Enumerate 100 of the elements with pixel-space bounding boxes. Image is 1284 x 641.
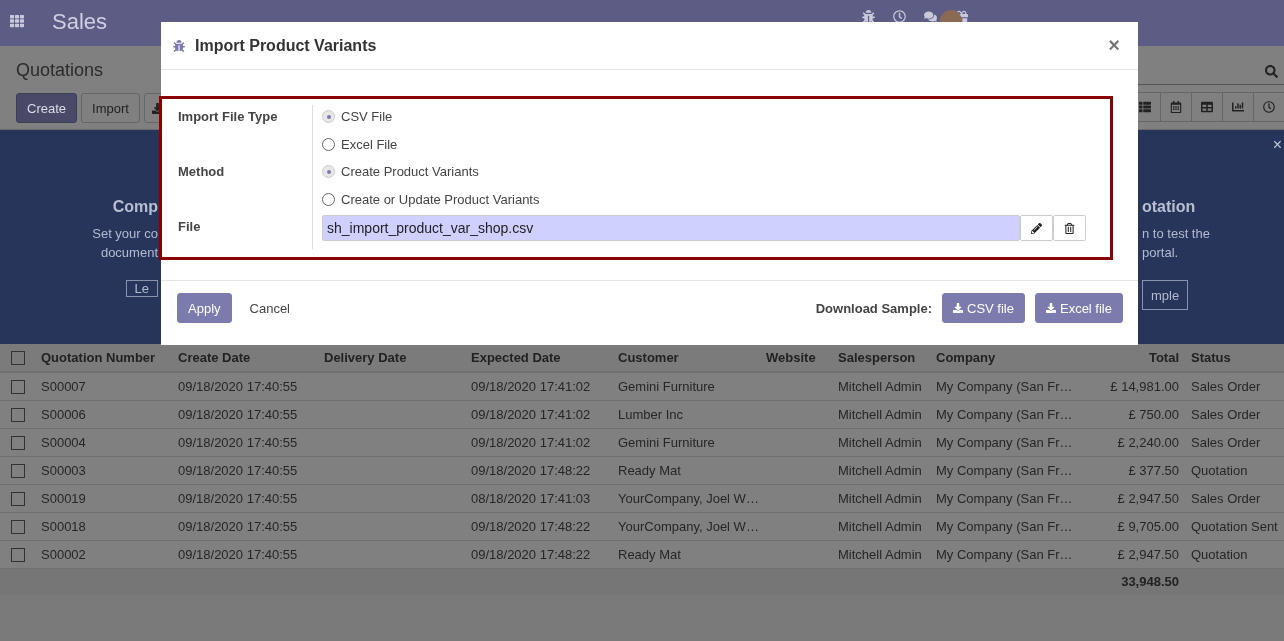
table-cell-text: Mitchell Admin: [837, 434, 923, 452]
table-cell-text: £ 9,705.00: [1116, 518, 1180, 536]
download-button[interactable]: CSV file: [942, 293, 1025, 323]
table-cell-text: Mitchell Admin: [837, 490, 923, 508]
table-cell-text: 08/18/2020 17:41:03: [470, 490, 592, 508]
table-cell-text: £ 750.00: [1127, 406, 1180, 424]
close-button[interactable]: ×: [1102, 33, 1126, 58]
banner-button[interactable]: Le: [125, 280, 158, 297]
table-row[interactable]: S00019 09/18/2020 17:40:55 08/18/2020 17:41:03 YourCompany, Joel W… Mitchell Admin My Company (San Fr… £ 2,947.50 Sales Order: [0, 485, 1284, 513]
column-header[interactable]: Website: [760, 344, 832, 371]
table-cell-text: 09/18/2020 17:40:55: [177, 434, 299, 452]
row-checkbox[interactable]: [10, 407, 25, 422]
table-cell-text: My Company (San Fr…: [935, 406, 1074, 424]
banner-text: portal.: [1142, 244, 1179, 262]
table-view-button[interactable]: [1191, 92, 1223, 122]
column-header[interactable]: Company: [930, 344, 1082, 371]
table-cell-text: Sales Order: [1190, 378, 1262, 396]
close-button[interactable]: ×: [1272, 136, 1282, 154]
table-cell-text: 09/18/2020 17:41:02: [470, 378, 592, 396]
table-cell-text: S00007: [40, 378, 87, 396]
clock-icon[interactable]: [893, 10, 906, 23]
radio-button[interactable]: [322, 138, 335, 151]
table-cell-text: S00002: [40, 546, 87, 564]
table-cell-text: 09/18/2020 17:48:22: [470, 546, 592, 564]
column-header[interactable]: Expected Date: [465, 344, 612, 371]
table-cell-text: £ 377.50: [1127, 462, 1180, 480]
table-row[interactable]: S00002 09/18/2020 17:40:55 09/18/2020 17:48:22 Ready Mat Mitchell Admin My Company (San Fr… £ 2,947.50 Quotation: [0, 541, 1284, 569]
radio-label[interactable]: Create or Update Product Variants: [341, 192, 540, 207]
radio-label[interactable]: Excel File: [341, 137, 398, 152]
banner-button[interactable]: mple: [1142, 280, 1189, 310]
cancel-button[interactable]: Cancel: [239, 293, 300, 323]
import-button[interactable]: Import: [81, 93, 140, 123]
calendar-view-button[interactable]: [1160, 92, 1192, 122]
table-icon: [1201, 101, 1213, 113]
column-header[interactable]: Quotation Number: [35, 344, 172, 371]
row-checkbox[interactable]: [10, 379, 25, 394]
app-name: Sales: [52, 9, 108, 35]
field-label: Import File Type: [177, 108, 279, 126]
table-cell-text: 09/18/2020 17:40:55: [177, 546, 299, 564]
delete-button[interactable]: [1053, 215, 1086, 241]
table-cell-text: 09/18/2020 17:40:55: [177, 406, 299, 424]
table-row[interactable]: S00003 09/18/2020 17:40:55 09/18/2020 17:48:22 Ready Mat Mitchell Admin My Company (San Fr… £ 377.50 Quotation: [0, 457, 1284, 485]
table-cell-text: 09/18/2020 17:41:02: [470, 406, 592, 424]
table-cell-text: 09/18/2020 17:48:22: [470, 462, 592, 480]
download-icon: [1045, 303, 1056, 313]
banner-heading: otation: [1142, 198, 1196, 216]
column-header[interactable]: Delivery Date: [318, 344, 465, 371]
table-row[interactable]: S00018 09/18/2020 17:40:55 09/18/2020 17:48:22 YourCompany, Joel W… Mitchell Admin My Company (San Fr… £ 9,705.00 Quotation Sent: [0, 513, 1284, 541]
column-header[interactable]: Customer: [612, 344, 760, 371]
bug-icon[interactable]: [862, 10, 875, 23]
apply-button[interactable]: Apply: [177, 293, 232, 323]
table-cell-text: Quotation: [1190, 546, 1249, 564]
column-header[interactable]: Create Date: [172, 344, 318, 371]
activity-view-button[interactable]: [1253, 92, 1284, 122]
clock-icon: [1263, 101, 1275, 113]
radio-label[interactable]: CSV File: [341, 109, 393, 124]
column-header[interactable]: Salesperson: [832, 344, 930, 371]
table-cell-text: £ 2,947.50: [1116, 490, 1180, 508]
column-header[interactable]: Status: [1185, 344, 1284, 371]
table-row[interactable]: S00007 09/18/2020 17:40:55 09/18/2020 17:41:02 Gemini Furniture Mitchell Admin My Company (San Fr… £ 14,981.00 Sales Order: [0, 373, 1284, 401]
download-sample-label: Download Sample:: [815, 300, 932, 316]
table-cell-text: S00006: [40, 406, 87, 424]
table-cell-text: Mitchell Admin: [837, 378, 923, 396]
table-cell-text: 09/18/2020 17:41:02: [470, 434, 592, 452]
edit-button[interactable]: [1020, 215, 1053, 241]
row-checkbox[interactable]: [10, 435, 25, 450]
file-field[interactable]: sh_import_product_var_shop.csv: [322, 215, 1020, 241]
table-row[interactable]: S00004 09/18/2020 17:40:55 09/18/2020 17:41:02 Gemini Furniture Mitchell Admin My Company (San Fr… £ 2,240.00 Sales Order: [0, 429, 1284, 457]
row-checkbox[interactable]: [10, 519, 25, 534]
row-checkbox[interactable]: [10, 547, 25, 562]
chat-icon[interactable]: [924, 10, 937, 23]
table-cell-text: S00019: [40, 490, 87, 508]
table-cell-text: 09/18/2020 17:40:55: [177, 462, 299, 480]
table-cell-text: My Company (San Fr…: [935, 518, 1074, 536]
table-cell-text: My Company (San Fr…: [935, 434, 1074, 452]
total-sum: 33,948.50: [1120, 573, 1180, 591]
table-cell-text: £ 14,981.00: [1109, 378, 1180, 396]
table-cell-text: Mitchell Admin: [837, 462, 923, 480]
apps-menu-icon[interactable]: [10, 14, 24, 28]
download-button[interactable]: Excel file: [1034, 293, 1123, 323]
row-checkbox[interactable]: [10, 463, 25, 478]
table-cell-text: Ready Mat: [617, 546, 682, 564]
bar-chart-icon: [1232, 101, 1244, 113]
pencil-icon: [1031, 222, 1042, 234]
select-all-checkbox[interactable]: [10, 350, 25, 365]
list-icon: [1139, 101, 1151, 113]
banner-text: n to test the: [1142, 225, 1210, 243]
radio-label[interactable]: Create Product Variants: [341, 164, 479, 179]
graph-view-button[interactable]: [1222, 92, 1254, 122]
create-button[interactable]: Create: [16, 93, 78, 123]
table-cell-text: Mitchell Admin: [837, 546, 923, 564]
row-checkbox[interactable]: [10, 491, 25, 506]
banner-heading: Comp: [112, 198, 158, 216]
table-row[interactable]: S00006 09/18/2020 17:40:55 09/18/2020 17:41:02 Lumber Inc Mitchell Admin My Company (San Fr… £ 750.00 Sales Order: [0, 401, 1284, 429]
table-cell-text: Quotation: [1190, 462, 1249, 480]
radio-button[interactable]: [322, 193, 335, 206]
search-icon: [1265, 64, 1278, 78]
table-cell-text: £ 2,947.50: [1116, 546, 1180, 564]
table-cell-text: 09/18/2020 17:40:55: [177, 518, 299, 536]
column-header[interactable]: Total: [1082, 344, 1185, 371]
